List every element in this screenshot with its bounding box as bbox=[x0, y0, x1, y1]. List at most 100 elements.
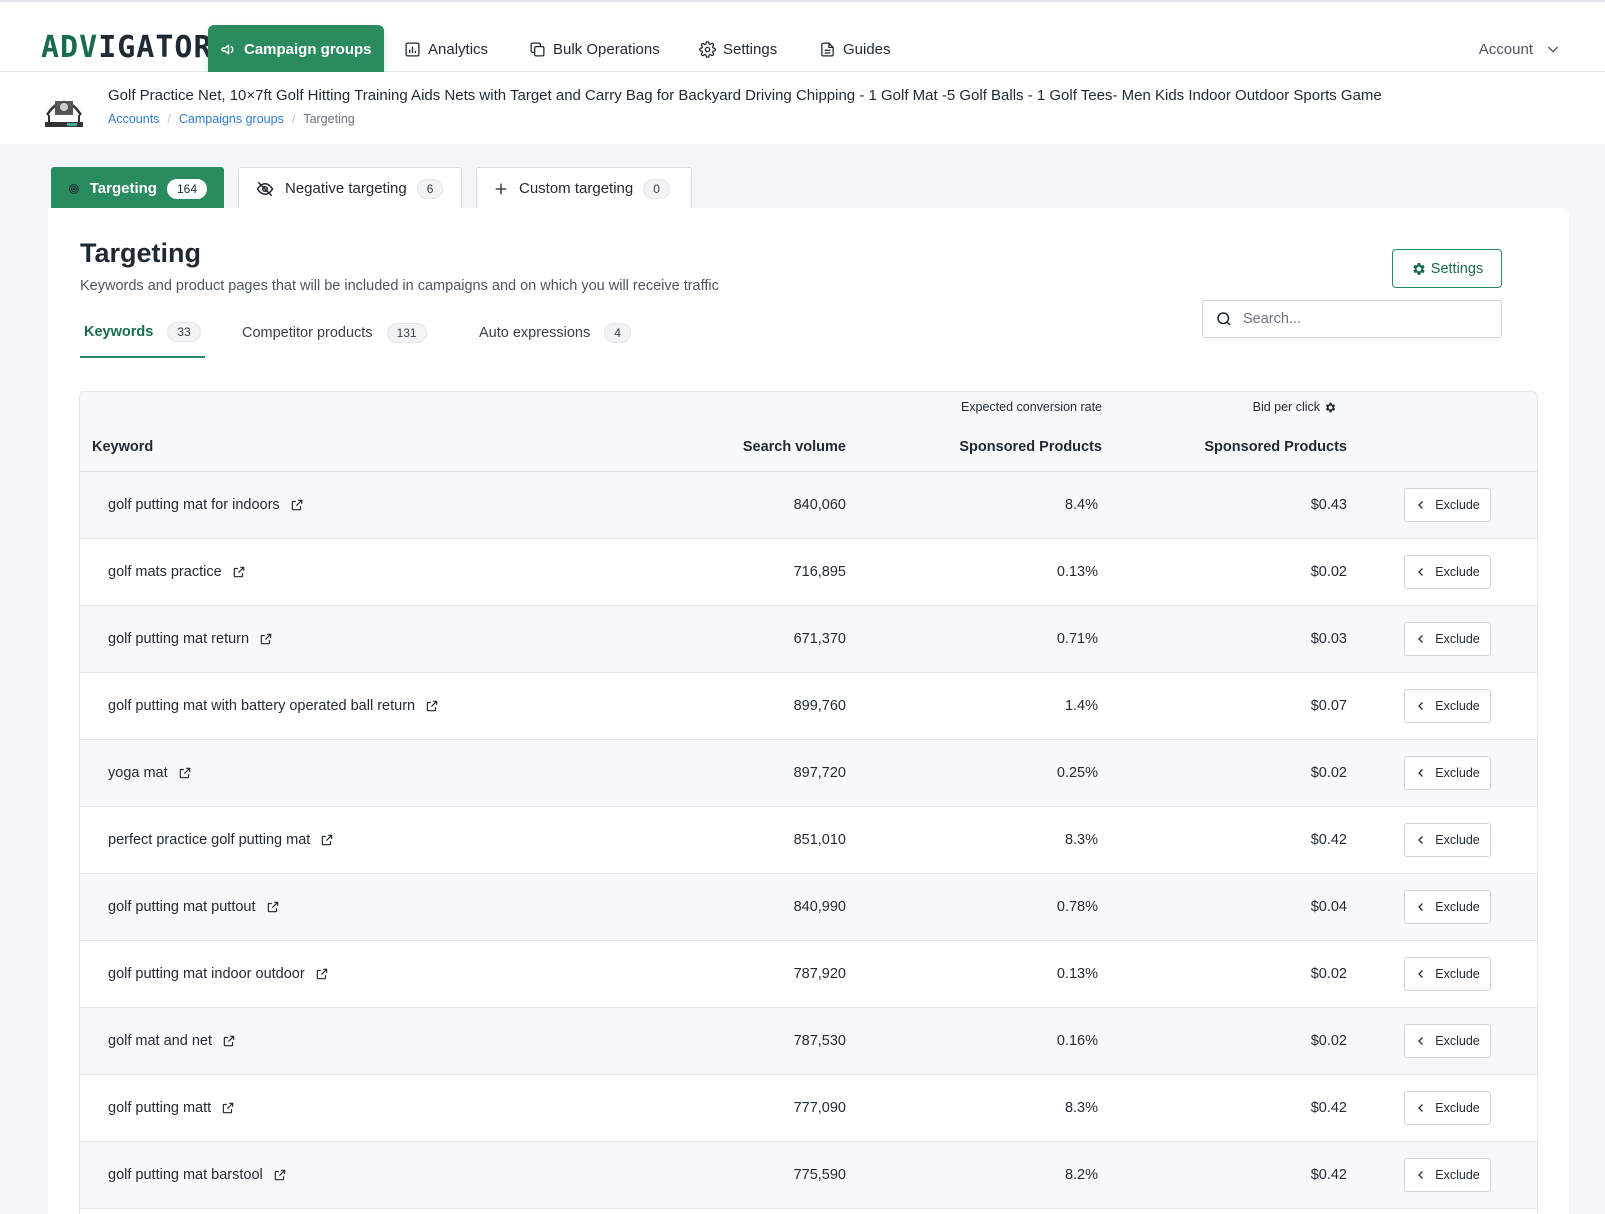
top-navigation: ADVIGATOR Campaign groups Analytics Bulk… bbox=[0, 0, 1605, 73]
product-header bbox=[0, 72, 1605, 144]
nav-label: Bulk Operations bbox=[553, 40, 660, 58]
settings-button[interactable]: Settings bbox=[1392, 249, 1502, 288]
chevron-left-icon bbox=[1418, 769, 1424, 777]
search-input[interactable] bbox=[1243, 311, 1473, 327]
table-row: golf mat and net 787,530 0.16% $0.02 Exclude bbox=[80, 1008, 1537, 1075]
keywords-table: Expected conversion rate Bid per click K… bbox=[79, 391, 1538, 1214]
document-icon bbox=[821, 41, 834, 57]
exclude-button[interactable]: Exclude bbox=[1404, 488, 1491, 522]
subtab-label: Keywords bbox=[84, 324, 154, 340]
exclude-label: Exclude bbox=[1435, 632, 1480, 646]
table-row: golf putting matt 777,090 8.3% $0.42 Exclude bbox=[80, 1075, 1537, 1142]
breadcrumb: Accounts / Campaigns groups / Targeting bbox=[108, 112, 355, 126]
tab-label: Negative targeting bbox=[285, 180, 407, 197]
gear-icon[interactable] bbox=[1324, 401, 1337, 414]
account-menu[interactable]: Account bbox=[1479, 25, 1561, 73]
target-icon bbox=[68, 183, 79, 194]
chevron-left-icon bbox=[1418, 1037, 1424, 1045]
breadcrumb-accounts[interactable]: Accounts bbox=[108, 112, 159, 126]
nav-campaign-groups[interactable]: Campaign groups bbox=[208, 25, 384, 73]
targeting-card: Targeting Keywords and product pages tha… bbox=[48, 208, 1569, 1214]
gear-icon bbox=[1413, 262, 1425, 275]
exclude-button[interactable]: Exclude bbox=[1404, 823, 1491, 857]
nav-guides[interactable]: Guides bbox=[819, 25, 891, 73]
subtab-auto-expressions[interactable]: Auto expressions 4 bbox=[475, 308, 635, 358]
nav-bulk-operations[interactable]: Bulk Operations bbox=[529, 25, 660, 73]
nav-label: Settings bbox=[723, 40, 778, 58]
tab-targeting[interactable]: Targeting 164 bbox=[51, 167, 224, 209]
nav-settings[interactable]: Settings bbox=[699, 25, 777, 73]
count-badge: 131 bbox=[386, 323, 427, 343]
chevron-left-icon bbox=[1418, 970, 1424, 978]
tab-label: Targeting bbox=[89, 180, 157, 197]
exclude-label: Exclude bbox=[1435, 967, 1480, 981]
search-icon bbox=[1217, 312, 1231, 326]
count-badge: 0 bbox=[643, 178, 670, 199]
chevron-left-icon bbox=[1418, 1171, 1424, 1179]
eye-off-icon bbox=[256, 181, 274, 196]
table-row: perfect practice golf putting mat 851,010… bbox=[80, 807, 1537, 874]
tab-custom-targeting[interactable]: Custom targeting 0 bbox=[476, 167, 692, 209]
exclude-button[interactable]: Exclude bbox=[1404, 1158, 1491, 1192]
gear-icon bbox=[699, 40, 716, 58]
exclude-label: Exclude bbox=[1435, 1168, 1480, 1182]
bid-cell: $0.02 bbox=[1310, 765, 1347, 781]
table-row: golf putting mat with battery operated b… bbox=[80, 673, 1537, 740]
bid-cell: $0.07 bbox=[1310, 698, 1347, 714]
account-label: Account bbox=[1478, 40, 1533, 58]
header-bid-per-click: Bid per click bbox=[80, 400, 1337, 414]
header-bid[interactable]: Sponsored Products bbox=[80, 439, 1347, 455]
table-row: golf putting mat for indoors 840,060 8.4% $… bbox=[80, 472, 1537, 539]
page-subtitle: Keywords and product pages that will be … bbox=[80, 278, 719, 294]
search-box bbox=[1202, 300, 1502, 338]
chevron-left-icon bbox=[1418, 702, 1424, 710]
table-header: Expected conversion rate Bid per click K… bbox=[80, 392, 1537, 472]
plus-icon bbox=[495, 183, 507, 194]
bid-cell: $0.43 bbox=[1310, 497, 1347, 513]
tab-negative-targeting[interactable]: Negative targeting 6 bbox=[238, 167, 462, 209]
megaphone-icon bbox=[221, 44, 234, 54]
page-title: Targeting bbox=[80, 238, 201, 268]
nav-label: Analytics bbox=[428, 40, 489, 58]
product-thumbnail bbox=[41, 85, 87, 131]
exclude-label: Exclude bbox=[1435, 900, 1480, 914]
count-badge: 4 bbox=[604, 323, 631, 343]
subtab-label: Competitor products bbox=[242, 325, 373, 341]
copy-icon bbox=[530, 41, 545, 57]
settings-label: Settings bbox=[1430, 260, 1484, 277]
product-title: Golf Practice Net, 10×7ft Golf Hitting T… bbox=[108, 87, 1382, 104]
table-row: golf putting mat return 671,370 0.71% $0.03… bbox=[80, 606, 1537, 673]
table-row: golf putting mat barstool 775,590 8.2% $0.4… bbox=[80, 1142, 1537, 1209]
subtab-label: Auto expressions bbox=[479, 325, 591, 341]
breadcrumb-separator: / bbox=[167, 112, 171, 126]
exclude-button[interactable]: Exclude bbox=[1404, 957, 1491, 991]
exclude-label: Exclude bbox=[1435, 833, 1480, 847]
bid-cell: $0.42 bbox=[1310, 832, 1347, 848]
table-row: golf mats practice 716,895 0.13% $0.02 Exclu… bbox=[80, 539, 1537, 606]
exclude-button[interactable]: Exclude bbox=[1404, 689, 1491, 723]
exclude-label: Exclude bbox=[1435, 1034, 1480, 1048]
nav-label: Campaign groups bbox=[244, 40, 372, 58]
exclude-button[interactable]: Exclude bbox=[1404, 622, 1491, 656]
brand-logo[interactable]: ADVIGATOR bbox=[41, 30, 213, 66]
logo-text: IGATOR bbox=[98, 30, 213, 65]
bid-cell: $0.04 bbox=[1310, 899, 1347, 915]
table-row: golf putting mat indoor outdoor 787,920 0.… bbox=[80, 941, 1537, 1008]
breadcrumb-separator: / bbox=[291, 112, 296, 126]
exclude-label: Exclude bbox=[1435, 565, 1480, 579]
breadcrumb-current: Targeting bbox=[303, 112, 355, 126]
exclude-button[interactable]: Exclude bbox=[1404, 1091, 1491, 1125]
exclude-button[interactable]: Exclude bbox=[1404, 756, 1491, 790]
nav-analytics[interactable]: Analytics bbox=[404, 25, 488, 73]
exclude-button[interactable]: Exclude bbox=[1404, 555, 1491, 589]
breadcrumb-campaign-groups[interactable]: Campaigns groups bbox=[179, 112, 284, 126]
exclude-label: Exclude bbox=[1435, 498, 1480, 512]
chevron-left-icon bbox=[1418, 568, 1424, 576]
bid-cell: $0.02 bbox=[1310, 564, 1347, 580]
subtab-keywords[interactable]: Keywords 33 bbox=[80, 308, 205, 358]
count-badge: 6 bbox=[416, 178, 444, 199]
exclude-button[interactable]: Exclude bbox=[1404, 890, 1491, 924]
exclude-button[interactable]: Exclude bbox=[1404, 1024, 1491, 1058]
subtab-competitor-products[interactable]: Competitor products 131 bbox=[238, 308, 431, 358]
bid-cell: $0.42 bbox=[1310, 1167, 1347, 1183]
